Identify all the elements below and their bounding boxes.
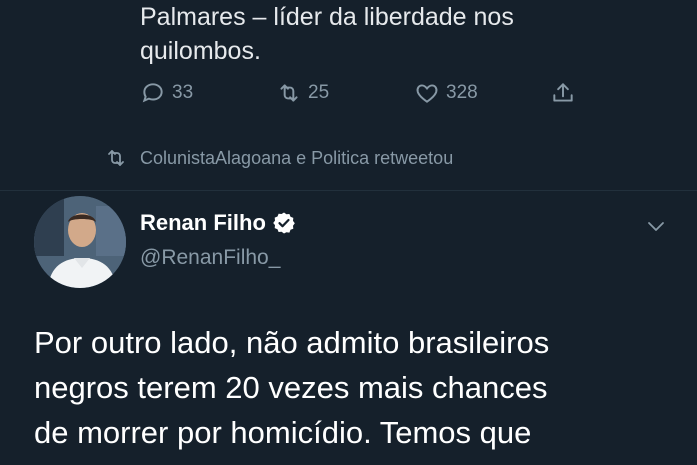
- chevron-down-icon[interactable]: [644, 214, 668, 238]
- avatar[interactable]: [34, 196, 126, 288]
- previous-tweet-line: Palmares – líder da liberdade nos: [140, 3, 514, 31]
- author-name-row[interactable]: Renan Filho: [140, 210, 296, 236]
- like-button[interactable]: 328: [414, 80, 478, 106]
- retweet-icon: [108, 150, 124, 166]
- tweet-text: Por outro lado, não admito brasileiros n…: [34, 320, 684, 455]
- previous-tweet-line: quilombos.: [140, 37, 261, 65]
- retweet-icon: [280, 84, 298, 102]
- author-name[interactable]: Renan Filho: [140, 210, 266, 236]
- reply-count: 33: [172, 82, 194, 103]
- reply-icon: [142, 83, 163, 103]
- tweet-divider: [0, 190, 697, 191]
- reply-button[interactable]: 33: [140, 80, 193, 106]
- retweet-button[interactable]: 25: [276, 80, 329, 106]
- previous-tweet-actions: 33 25 328: [140, 80, 600, 110]
- tweet-text-line: negros terem 20 vezes mais chances: [34, 370, 548, 405]
- like-count: 328: [446, 82, 478, 103]
- tweet-text-line: de morrer por homicídio. Temos que: [34, 415, 532, 450]
- profile-photo: [34, 196, 126, 288]
- retweet-count: 25: [308, 82, 330, 103]
- tweet-text-line: Por outro lado, não admito brasileiros: [34, 325, 550, 360]
- heart-icon: [416, 84, 438, 103]
- retweet-notice[interactable]: ColunistaAlagoana e Politica retweetou: [104, 146, 453, 170]
- verified-badge-icon: [273, 212, 295, 234]
- share-button[interactable]: [550, 80, 576, 106]
- retweet-notice-text: ColunistaAlagoana e Politica retweetou: [140, 147, 454, 168]
- share-icon: [553, 83, 573, 102]
- author-handle[interactable]: @RenanFilho_: [140, 246, 280, 270]
- previous-tweet-text: Palmares – líder da liberdade nos quilom…: [140, 0, 660, 68]
